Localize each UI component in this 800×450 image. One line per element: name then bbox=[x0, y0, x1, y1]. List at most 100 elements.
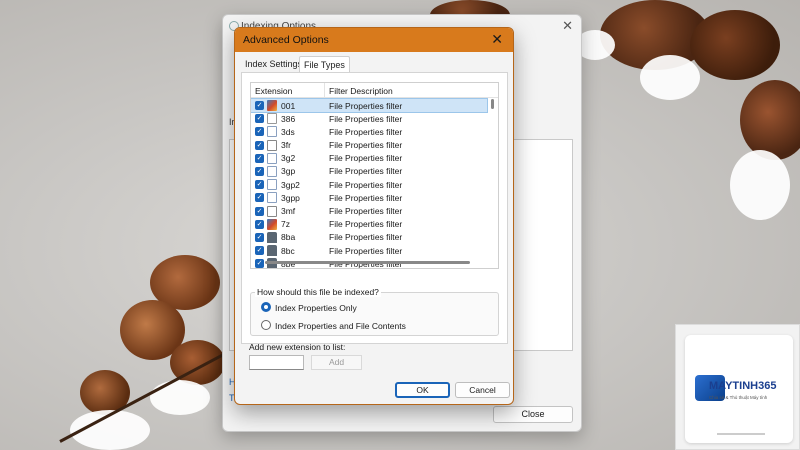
list-item[interactable]: ✓ 386 File Properties filter bbox=[251, 112, 487, 125]
background-blossom bbox=[690, 10, 780, 80]
checkbox-icon[interactable]: ✓ bbox=[255, 101, 264, 110]
index-properties-only-radio[interactable] bbox=[261, 302, 271, 312]
list-item[interactable]: ✓ 3gp File Properties filter bbox=[251, 165, 487, 178]
extension-cell: 8ba bbox=[281, 232, 296, 243]
checkbox-icon[interactable]: ✓ bbox=[255, 219, 264, 229]
index-method-legend: How should this file be indexed? bbox=[255, 287, 381, 297]
checkbox-icon[interactable]: ✓ bbox=[255, 140, 264, 150]
checkbox-icon[interactable]: ✓ bbox=[255, 114, 264, 124]
extension-cell: 386 bbox=[281, 113, 296, 124]
add-extension-label: Add new extension to list: bbox=[249, 342, 346, 352]
extension-cell: 3gp bbox=[281, 166, 296, 177]
list-item[interactable]: ✓ 3fr File Properties filter bbox=[251, 139, 487, 152]
description-cell: File Properties filter bbox=[329, 166, 403, 177]
dialog-close-icon[interactable]: ✕ bbox=[491, 31, 503, 48]
add-button[interactable]: Add bbox=[311, 355, 362, 370]
checkbox-icon[interactable]: ✓ bbox=[255, 246, 264, 256]
brand-logo-card: MAYTINH365 Chia sẻ & Thủ thuật Máy tính bbox=[675, 324, 800, 450]
list-rows: ✓ 001 File Properties filter ✓ 386 File Prope… bbox=[251, 97, 488, 268]
package-file-icon bbox=[267, 245, 277, 257]
list-item[interactable]: ✓ 3ds File Properties filter bbox=[251, 125, 487, 138]
vertical-scrollbar-thumb[interactable] bbox=[491, 99, 494, 109]
list-item[interactable]: ✓ 8bc File Properties filter bbox=[251, 244, 487, 257]
extension-cell: 3gp2 bbox=[281, 179, 300, 190]
column-divider[interactable] bbox=[324, 83, 325, 98]
description-cell: File Properties filter bbox=[329, 192, 403, 203]
list-item[interactable]: ✓ 001 File Properties filter bbox=[251, 97, 488, 114]
vertical-scrollbar[interactable] bbox=[490, 97, 496, 267]
description-cell: File Properties filter bbox=[329, 153, 403, 164]
system-file-icon bbox=[267, 113, 277, 125]
image-file-icon bbox=[267, 218, 277, 230]
description-cell: File Properties filter bbox=[329, 140, 403, 151]
list-header: Extension Filter Description bbox=[251, 83, 498, 98]
list-item[interactable]: ✓ 3mf File Properties filter bbox=[251, 205, 487, 218]
extension-cell: 8bc bbox=[281, 245, 295, 256]
dialog-title: Advanced Options bbox=[243, 34, 329, 46]
background-blossom bbox=[740, 80, 800, 160]
document-icon bbox=[267, 205, 277, 217]
extension-cell: 3mf bbox=[281, 206, 296, 216]
extension-cell: 3g2 bbox=[281, 153, 296, 164]
index-properties-only-label[interactable]: Index Properties Only bbox=[275, 303, 357, 313]
package-file-icon bbox=[267, 231, 277, 243]
list-item[interactable]: ✓ 3g2 File Properties filter bbox=[251, 152, 487, 165]
add-extension-input[interactable] bbox=[249, 355, 304, 370]
extension-column-header[interactable]: Extension bbox=[255, 86, 292, 96]
list-item[interactable]: ✓ 3gp2 File Properties filter bbox=[251, 178, 487, 191]
index-method-group: How should this file be indexed? Index P… bbox=[250, 287, 499, 336]
window-close-icon[interactable]: ✕ bbox=[562, 18, 573, 34]
checkbox-icon[interactable]: ✓ bbox=[255, 153, 264, 163]
extension-cell: 3ds bbox=[281, 126, 295, 137]
media-file-icon bbox=[267, 152, 277, 164]
tab-file-types[interactable]: File Types bbox=[299, 56, 350, 72]
media-file-icon bbox=[267, 165, 277, 177]
index-properties-contents-label[interactable]: Index Properties and File Contents bbox=[275, 321, 406, 331]
description-cell: File Properties filter bbox=[329, 100, 403, 111]
list-item[interactable]: ✓ 3gpp File Properties filter bbox=[251, 191, 487, 204]
ok-button[interactable]: OK bbox=[395, 382, 450, 398]
checkbox-icon[interactable]: ✓ bbox=[255, 206, 264, 216]
media-file-icon bbox=[267, 192, 277, 204]
close-button[interactable]: Close bbox=[493, 406, 573, 423]
description-cell: File Properties filter bbox=[329, 206, 403, 216]
brand-name: MAYTINH365 bbox=[709, 380, 777, 392]
description-cell: File Properties filter bbox=[329, 113, 403, 124]
checkbox-icon[interactable]: ✓ bbox=[255, 259, 264, 268]
checkbox-icon[interactable]: ✓ bbox=[255, 166, 264, 176]
brand-logo: MAYTINH365 Chia sẻ & Thủ thuật Máy tính bbox=[685, 335, 793, 443]
media-file-icon bbox=[267, 179, 277, 191]
description-cell: File Properties filter bbox=[329, 179, 403, 190]
brand-url-line bbox=[717, 433, 765, 435]
dialog-title-bar[interactable]: Advanced Options ✕ bbox=[235, 28, 513, 52]
description-cell: File Properties filter bbox=[329, 245, 403, 256]
image-file-icon bbox=[267, 100, 277, 111]
extension-cell: 7z bbox=[281, 219, 290, 230]
checkbox-icon[interactable]: ✓ bbox=[255, 193, 264, 203]
list-item[interactable]: ✓ 7z File Properties filter bbox=[251, 218, 487, 231]
extension-cell: 001 bbox=[281, 100, 296, 111]
checkbox-icon[interactable]: ✓ bbox=[255, 180, 264, 190]
background-snow bbox=[150, 380, 210, 415]
cancel-button[interactable]: Cancel bbox=[455, 382, 510, 398]
list-item[interactable]: ✓ 8ba File Properties filter bbox=[251, 231, 487, 244]
audio-file-icon bbox=[267, 126, 277, 138]
description-column-header[interactable]: Filter Description bbox=[329, 86, 393, 96]
file-types-panel: Extension Filter Description ✓ 001 File Pr… bbox=[241, 72, 508, 344]
file-types-list[interactable]: Extension Filter Description ✓ 001 File Pr… bbox=[250, 82, 499, 269]
tab-index-settings[interactable]: Index Settings bbox=[241, 56, 306, 72]
document-icon bbox=[267, 139, 277, 151]
description-cell: File Properties filter bbox=[329, 126, 403, 137]
description-cell: File Properties filter bbox=[329, 232, 403, 243]
advanced-options-dialog: Advanced Options ✕ Index Settings File T… bbox=[234, 27, 514, 405]
extension-cell: 3fr bbox=[281, 140, 291, 151]
brand-tagline: Chia sẻ & Thủ thuật Máy tính bbox=[709, 395, 768, 400]
extension-cell: 3gpp bbox=[281, 192, 300, 203]
background-snow bbox=[730, 150, 790, 220]
background-snow bbox=[640, 55, 700, 100]
description-cell: File Properties filter bbox=[329, 219, 403, 230]
checkbox-icon[interactable]: ✓ bbox=[255, 232, 264, 242]
horizontal-scrollbar[interactable] bbox=[265, 261, 470, 264]
index-properties-contents-radio[interactable] bbox=[261, 320, 271, 330]
checkbox-icon[interactable]: ✓ bbox=[255, 127, 264, 137]
